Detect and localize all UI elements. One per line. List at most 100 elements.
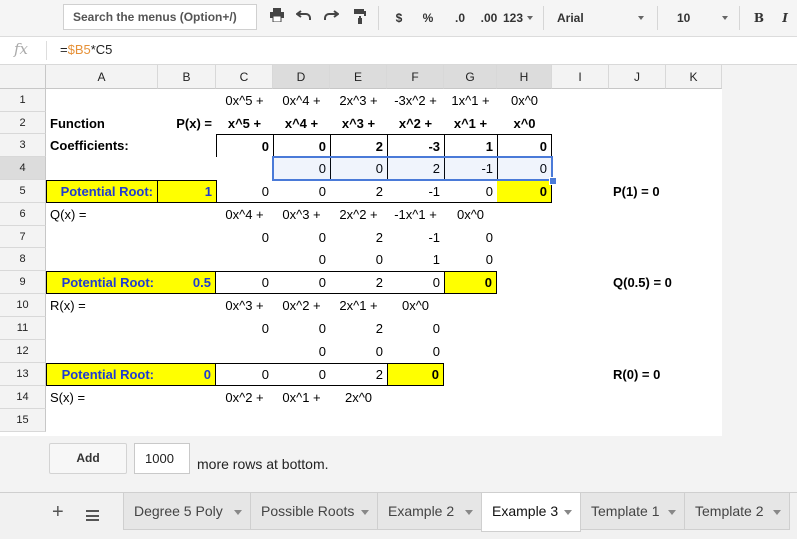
cell-g2[interactable]: x^1 + <box>444 112 497 134</box>
add-rows-count-input[interactable]: 1000 <box>134 443 190 474</box>
cell-c1[interactable]: 0x^5 + <box>216 89 273 112</box>
cell-g5[interactable]: 0 <box>444 180 497 203</box>
column-header-e[interactable]: E <box>330 65 387 89</box>
cell-e5[interactable]: 2 <box>330 180 387 203</box>
cell-d9[interactable]: 0 <box>273 271 330 294</box>
cell-f1[interactable]: -3x^2 + <box>387 89 444 112</box>
cell-h4[interactable]: 0 <box>497 157 552 180</box>
row-header-2[interactable]: 2 <box>0 112 46 134</box>
cell-c13[interactable]: 0 <box>216 363 273 386</box>
cell-c7[interactable]: 0 <box>216 226 273 248</box>
select-all-corner[interactable] <box>0 65 46 89</box>
cell-b2[interactable]: P(x) = <box>158 112 216 134</box>
cell-c10[interactable]: 0x^3 + <box>216 294 273 317</box>
chevron-down-icon[interactable] <box>668 510 676 515</box>
cell-f3[interactable]: -3 <box>387 134 444 157</box>
row-header-10[interactable]: 10 <box>0 294 46 317</box>
cell-c14[interactable]: 0x^2 + <box>216 386 273 409</box>
cell-e12[interactable]: 0 <box>330 340 387 363</box>
font-family-dropdown[interactable]: Arial <box>557 8 584 28</box>
cell-d6[interactable]: 0x^3 + <box>273 203 330 226</box>
cell-a6[interactable]: Q(x) = <box>46 203 158 226</box>
cell-d10[interactable]: 0x^2 + <box>273 294 330 317</box>
print-icon[interactable] <box>267 8 287 28</box>
cell-g6[interactable]: 0x^0 <box>444 203 497 226</box>
row-header-9[interactable]: 9 <box>0 271 46 294</box>
cell-e8[interactable]: 0 <box>330 248 387 271</box>
cell-e13[interactable]: 2 <box>330 363 387 386</box>
cell-d4[interactable]: 0 <box>273 157 330 180</box>
chevron-down-icon[interactable] <box>234 510 242 515</box>
column-header-d[interactable]: D <box>273 65 330 89</box>
cell-e6[interactable]: 2x^2 + <box>330 203 387 226</box>
cell-d7[interactable]: 0 <box>273 226 330 248</box>
cell-g9[interactable]: 0 <box>444 271 497 294</box>
row-header-13[interactable]: 13 <box>0 363 46 386</box>
undo-icon[interactable] <box>294 8 314 28</box>
cell-f7[interactable]: -1 <box>387 226 444 248</box>
row-header-15[interactable]: 15 <box>0 409 46 432</box>
cell-e7[interactable]: 2 <box>330 226 387 248</box>
cell-f10[interactable]: 0x^0 <box>387 294 444 317</box>
formula-input[interactable]: =$B5*C5 <box>60 42 112 57</box>
row-header-6[interactable]: 6 <box>0 203 46 226</box>
column-header-b[interactable]: B <box>158 65 216 89</box>
cell-c11[interactable]: 0 <box>216 317 273 340</box>
add-sheet-icon[interactable]: + <box>52 501 64 524</box>
cell-a2[interactable]: Function <box>46 112 158 134</box>
cell-f13[interactable]: 0 <box>387 363 444 386</box>
decrease-decimal-button[interactable]: .0 <box>447 8 473 28</box>
bold-button[interactable]: B <box>752 8 766 28</box>
currency-format-button[interactable]: $ <box>391 8 407 28</box>
cell-b5[interactable]: 1 <box>158 180 216 203</box>
cell-a13[interactable]: Potential Root: <box>46 363 158 386</box>
cell-a14[interactable]: S(x) = <box>46 386 158 409</box>
cell-d13[interactable]: 0 <box>273 363 330 386</box>
cell-d5[interactable]: 0 <box>273 180 330 203</box>
cell-h2[interactable]: x^0 <box>497 112 552 134</box>
sheet-tab-possible-roots[interactable]: Possible Roots <box>250 493 378 530</box>
cell-d14[interactable]: 0x^1 + <box>273 386 330 409</box>
row-header-7[interactable]: 7 <box>0 226 46 248</box>
cell-e10[interactable]: 2x^1 + <box>330 294 387 317</box>
chevron-down-icon[interactable] <box>773 510 781 515</box>
cell-b13[interactable]: 0 <box>158 363 216 386</box>
spreadsheet-grid[interactable]: A B C D E F G H I J K 1 2 3 4 5 6 7 8 9 10 11 12 13 14 15 0x^5 +0x… <box>0 65 722 436</box>
cell-a10[interactable]: R(x) = <box>46 294 158 317</box>
cell-d12[interactable]: 0 <box>273 340 330 363</box>
cell-e1[interactable]: 2x^3 + <box>330 89 387 112</box>
column-header-i[interactable]: I <box>552 65 609 89</box>
cell-j5[interactable]: P(1) = 0 <box>609 180 666 203</box>
cell-e2[interactable]: x^3 + <box>330 112 387 134</box>
cell-d3[interactable]: 0 <box>273 134 330 157</box>
row-header-14[interactable]: 14 <box>0 386 46 409</box>
row-header-11[interactable]: 11 <box>0 317 46 340</box>
cell-f6[interactable]: -1x^1 + <box>387 203 444 226</box>
sheet-tab-template-1[interactable]: Template 1 <box>580 493 685 530</box>
cell-f12[interactable]: 0 <box>387 340 444 363</box>
row-header-8[interactable]: 8 <box>0 248 46 271</box>
cell-j9[interactable]: Q(0.5) = 0 <box>609 271 672 294</box>
cell-c6[interactable]: 0x^4 + <box>216 203 273 226</box>
column-header-f[interactable]: F <box>387 65 444 89</box>
column-header-g[interactable]: G <box>444 65 497 89</box>
chevron-down-icon[interactable] <box>361 510 369 515</box>
cell-e11[interactable]: 2 <box>330 317 387 340</box>
fill-handle[interactable] <box>549 177 557 185</box>
redo-icon[interactable] <box>321 8 341 28</box>
cell-f9[interactable]: 0 <box>387 271 444 294</box>
percent-format-button[interactable]: % <box>420 8 436 28</box>
cell-h5[interactable]: 0 <box>497 180 552 203</box>
cell-c3[interactable]: 0 <box>216 134 273 157</box>
cell-a3[interactable]: Coefficients: <box>46 134 158 157</box>
cell-f11[interactable]: 0 <box>387 317 444 340</box>
cell-e3[interactable]: 2 <box>330 134 387 157</box>
cell-c2[interactable]: x^5 + <box>216 112 273 134</box>
cell-j13[interactable]: R(0) = 0 <box>609 363 666 386</box>
column-header-h[interactable]: H <box>497 65 552 89</box>
chevron-down-icon[interactable] <box>564 510 572 515</box>
cell-d1[interactable]: 0x^4 + <box>273 89 330 112</box>
cell-g1[interactable]: 1x^1 + <box>444 89 497 112</box>
cell-g3[interactable]: 1 <box>444 134 497 157</box>
row-header-3[interactable]: 3 <box>0 134 46 157</box>
